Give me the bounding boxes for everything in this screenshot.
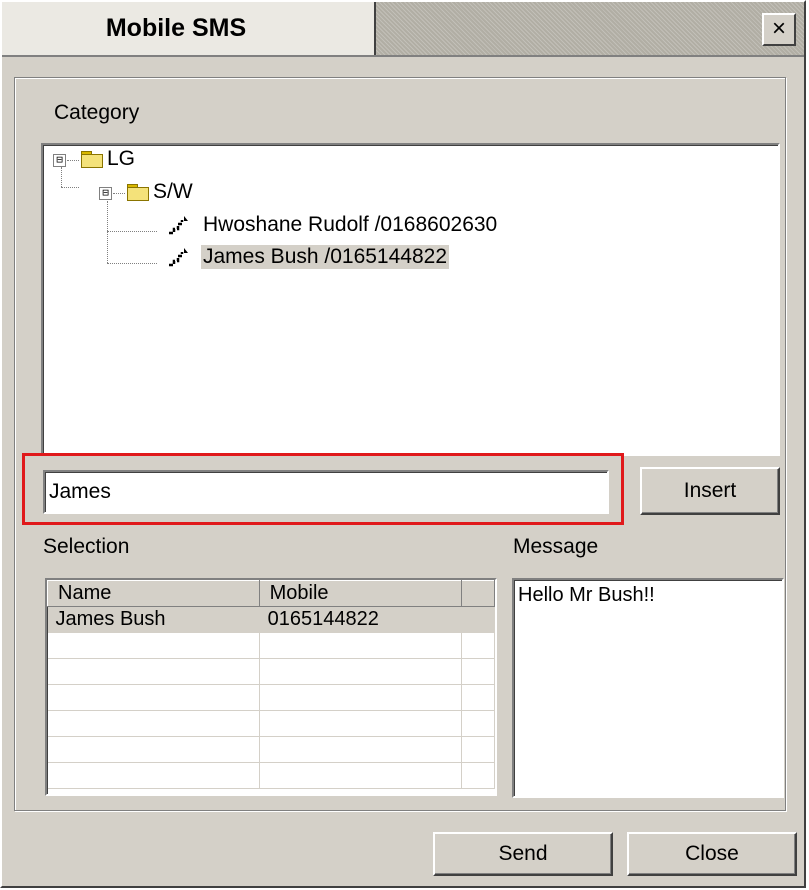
cell-empty <box>461 606 495 633</box>
send-button[interactable]: Send <box>433 832 613 876</box>
phone-contact-icon <box>169 248 188 267</box>
table-row[interactable]: James Bush 0165144822 <box>47 606 495 633</box>
column-header-name[interactable]: Name <box>47 580 260 607</box>
column-header-spacer <box>460 580 495 607</box>
cell-empty <box>461 736 495 763</box>
title-bar-fill <box>376 2 804 55</box>
insert-button[interactable]: Insert <box>640 467 780 515</box>
close-window-button[interactable]: × <box>762 13 796 46</box>
tree-node-lg[interactable]: LG <box>105 147 137 171</box>
cell-empty <box>461 632 495 659</box>
tree-connector <box>61 187 79 188</box>
tree-connector <box>107 231 157 232</box>
cell-empty <box>259 736 462 763</box>
cell-empty <box>259 658 462 685</box>
table-row[interactable] <box>47 710 495 737</box>
cell-empty <box>259 762 462 789</box>
cell-empty <box>47 736 260 763</box>
cell-empty <box>259 684 462 711</box>
cell-name[interactable]: James Bush <box>47 606 260 633</box>
search-input[interactable] <box>43 470 609 514</box>
cell-empty <box>47 710 260 737</box>
selection-label: Selection <box>43 535 130 558</box>
title-bar: Mobile SMS × <box>2 2 804 57</box>
close-button[interactable]: Close <box>627 832 797 876</box>
cell-empty <box>259 632 462 659</box>
tree-connector <box>67 160 79 161</box>
category-label: Category <box>54 101 140 124</box>
table-row[interactable] <box>47 632 495 659</box>
cell-empty <box>259 710 462 737</box>
table-row[interactable] <box>47 684 495 711</box>
column-header-mobile[interactable]: Mobile <box>258 580 462 607</box>
folder-icon <box>81 151 103 168</box>
tree-connector <box>61 167 62 187</box>
cell-empty <box>461 658 495 685</box>
cell-empty <box>47 762 260 789</box>
cell-empty <box>461 684 495 711</box>
tree-connector <box>107 201 108 263</box>
tree-connector <box>107 263 157 264</box>
category-tree[interactable]: ⊟ LG ⊟ S/W Hwoshane Rudolf /0168602630 J… <box>41 143 780 456</box>
table-row[interactable] <box>47 762 495 789</box>
message-label: Message <box>513 535 599 558</box>
message-textarea[interactable]: Hello Mr Bush!! <box>512 578 784 798</box>
cell-empty <box>47 658 260 685</box>
tree-connector <box>113 193 125 194</box>
cell-empty <box>47 684 260 711</box>
tree-node-contact-selected[interactable]: James Bush /0165144822 <box>201 245 450 269</box>
tree-collapse-sw[interactable]: ⊟ <box>99 187 112 200</box>
tree-node-contact[interactable]: Hwoshane Rudolf /0168602630 <box>201 213 499 237</box>
window-title: Mobile SMS <box>2 2 376 55</box>
cell-mobile[interactable]: 0165144822 <box>259 606 462 633</box>
tree-collapse-lg[interactable]: ⊟ <box>53 154 66 167</box>
cell-empty <box>47 632 260 659</box>
cell-empty <box>461 710 495 737</box>
title-divider <box>2 55 804 57</box>
table-row[interactable] <box>47 658 495 685</box>
table-row[interactable] <box>47 736 495 763</box>
selection-grid[interactable]: Name Mobile James Bush 0165144822 <box>45 578 497 796</box>
folder-icon <box>127 184 149 201</box>
cell-empty <box>461 762 495 789</box>
tree-node-sw[interactable]: S/W <box>151 180 195 204</box>
phone-contact-icon <box>169 216 188 235</box>
